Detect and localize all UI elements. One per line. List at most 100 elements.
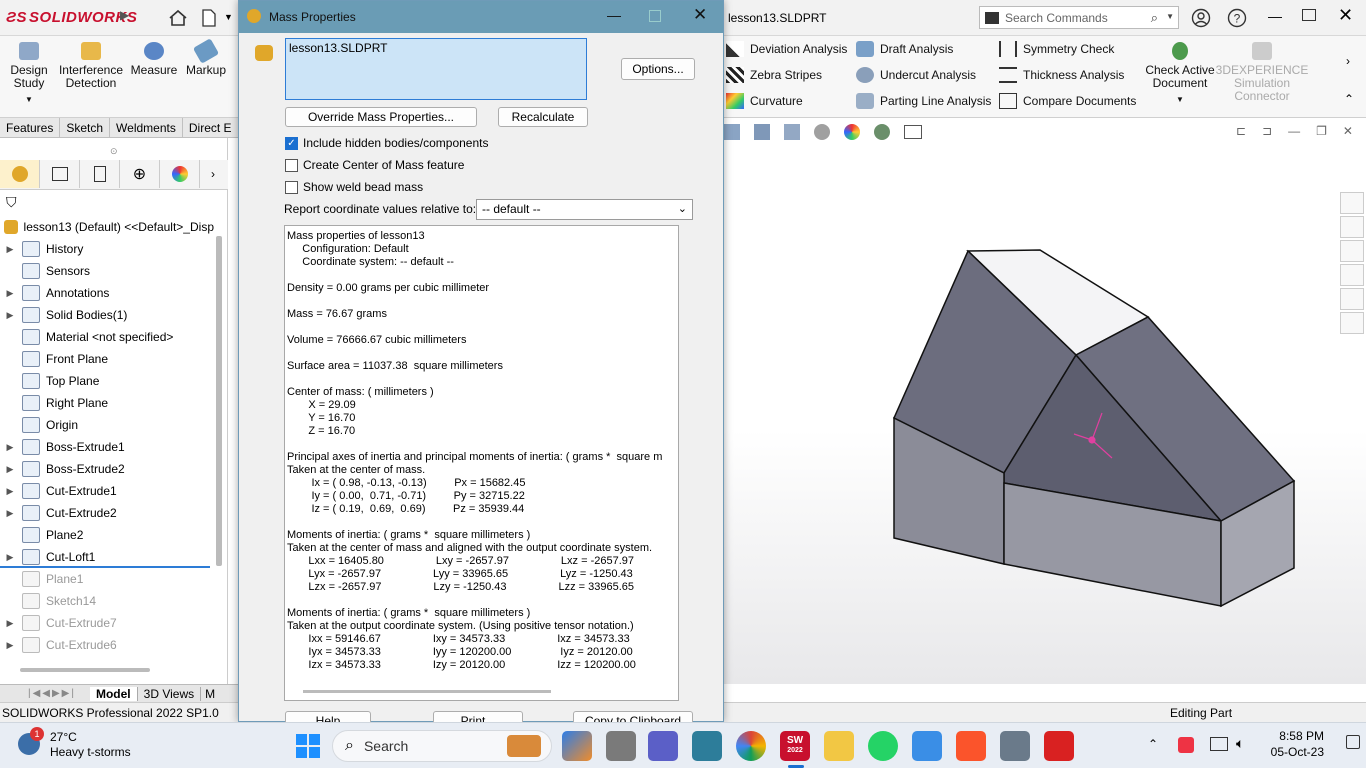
expand-arrow-icon[interactable]: ▶ [4,618,16,629]
tree-hscrollbar[interactable] [20,668,150,672]
parting-line-analysis-button[interactable]: Parting Line Analysis [856,91,991,111]
expand-arrow-icon[interactable]: ▶ [4,310,16,321]
markup-button[interactable]: Markup [184,38,228,77]
recalculate-button[interactable]: Recalculate [498,107,588,127]
expand-arrow-icon[interactable]: ▶ [4,640,16,651]
tree-item[interactable]: ▶ Cut-Extrude7 [0,612,212,634]
tray-app-icon[interactable] [1178,737,1194,753]
weld-bead-checkbox[interactable]: Show weld bead mass [285,180,423,194]
coordinate-system-select[interactable]: -- default -- ⌄ [476,199,693,220]
notification-center-icon[interactable] [1346,735,1360,749]
tab-sketch[interactable]: Sketch [60,118,111,137]
tab-motion-study[interactable]: M [200,686,219,701]
expand-arrow-icon[interactable]: ▶ [4,288,16,299]
check-dropdown-icon[interactable]: ▼ [1176,93,1184,106]
task-pane-properties-icon[interactable] [1340,312,1364,334]
ribbon-expand-icon[interactable]: › [1346,54,1350,68]
center-of-mass-checkbox[interactable]: Create Center of Mass feature [285,158,464,172]
tree-item[interactable]: Sensors [0,260,212,282]
tree-item[interactable]: ▶ Cut-Loft1 [0,546,212,568]
windows-start-icon[interactable] [296,734,320,758]
task-pane-library-icon[interactable] [1340,240,1364,262]
volume-icon[interactable]: 🔈︎ [1236,735,1244,752]
measure-button[interactable]: Measure [130,42,178,77]
dialog-title-bar[interactable]: Mass Properties — ✕ [239,1,723,33]
3dexperience-connector-button[interactable]: 3DEXPERIENCE Simulation Connector [1216,42,1308,103]
copilot-pre-icon[interactable] [562,731,592,761]
selected-item[interactable]: lesson13.SLDPRT [289,41,388,55]
task-pane-explorer-icon[interactable] [1340,264,1364,286]
dimxpert-tab-icon[interactable]: ⊕ [120,160,160,188]
tree-item[interactable]: Top Plane [0,370,212,392]
tree-item[interactable]: ▶ Annotations [0,282,212,304]
override-mass-properties-button[interactable]: Override Mass Properties... [285,107,477,127]
tree-item[interactable]: ▶ History [0,238,212,260]
mass-properties-results[interactable]: Mass properties of lesson13 Configuratio… [284,225,679,701]
whatsapp-icon[interactable] [868,731,898,761]
restore-icon[interactable] [1302,9,1316,21]
user-account-icon[interactable] [1190,7,1212,29]
search-icon[interactable]: ⌕ [1151,10,1158,26]
tree-item[interactable]: ▶ Cut-Extrude2 [0,502,212,524]
tree-item[interactable]: Front Plane [0,348,212,370]
tree-item[interactable]: Material <not specified> [0,326,212,348]
teams-chat-icon[interactable] [648,731,678,761]
new-document-icon[interactable] [198,7,220,29]
ribbon-collapse-icon[interactable]: ⌃ [1344,92,1354,106]
include-hidden-checkbox[interactable]: ✓ Include hidden bodies/components [285,136,488,150]
tree-root[interactable]: lesson13 (Default) <<Default>_Disp [4,218,214,236]
tree-item[interactable]: ▶ Cut-Extrude1 [0,480,212,502]
expand-arrow-icon[interactable]: ▶ [4,464,16,475]
tab-weldments[interactable]: Weldments [110,118,183,137]
panel-grip-icon[interactable]: ⊙ [110,146,118,157]
search-commands-box[interactable]: Search Commands ⌕ ▼ [979,6,1179,29]
design-study-button[interactable]: Design Study ▼ [6,42,52,106]
interference-detection-button[interactable]: Interference Detection [58,42,124,90]
panel-more-icon[interactable]: › [200,160,226,188]
feature-manager-tab-icon[interactable] [0,160,40,188]
curvature-button[interactable]: Curvature [726,91,847,111]
tab-model[interactable]: Model [89,686,137,701]
calculator-icon[interactable] [1000,731,1030,761]
dialog-maximize-icon[interactable] [649,10,661,22]
file-explorer-icon[interactable] [824,731,854,761]
task-pane-home-icon[interactable] [1340,192,1364,214]
expand-arrow-icon[interactable]: ▶ [4,508,16,519]
expand-arrow-icon[interactable]: ▶ [4,442,16,453]
acrobat-icon[interactable] [1044,731,1074,761]
chevron-down-icon[interactable]: ⌄ [678,200,687,219]
rollback-bar[interactable] [0,566,210,568]
brave-browser-icon[interactable] [956,731,986,761]
part-model[interactable] [724,118,1366,684]
notepad-icon[interactable] [912,731,942,761]
weather-desc[interactable]: Heavy t-storms [50,745,131,759]
check-active-document-button[interactable]: Check Active Document ▼ [1144,42,1216,106]
tree-item[interactable]: Right Plane [0,392,212,414]
compare-documents-button[interactable]: Compare Documents [999,91,1136,111]
taskbar-search-box[interactable]: ⌕ Search [332,730,552,762]
undercut-analysis-button[interactable]: Undercut Analysis [856,65,991,85]
tab-features[interactable]: Features [0,118,61,137]
tab-3d-views[interactable]: 3D Views [136,686,200,701]
results-hscrollbar[interactable] [303,690,551,693]
task-pane-appearances-icon[interactable] [1340,288,1364,310]
options-button[interactable]: Options... [621,58,695,80]
configuration-manager-tab-icon[interactable] [80,160,120,188]
thickness-analysis-button[interactable]: Thickness Analysis [999,65,1136,85]
weather-temp[interactable]: 27°C [50,730,77,744]
new-dropdown-icon[interactable]: ▼ [224,12,233,22]
minimize-icon[interactable]: — [1268,8,1282,24]
tree-item[interactable]: Sketch14 [0,590,212,612]
tree-item[interactable]: Origin [0,414,212,436]
symmetry-check-button[interactable]: Symmetry Check [999,39,1136,59]
tray-overflow-icon[interactable]: ⌃ [1148,737,1158,751]
dialog-close-icon[interactable]: ✕ [693,5,707,25]
zebra-stripes-button[interactable]: Zebra Stripes [726,65,847,85]
close-icon[interactable]: ✕ [1338,5,1353,26]
property-manager-tab-icon[interactable] [40,160,80,188]
tab-direct-editing[interactable]: Direct E [183,118,239,137]
tree-item[interactable]: ▶ Boss-Extrude1 [0,436,212,458]
help-icon[interactable]: ? [1226,7,1248,29]
task-pane-resources-icon[interactable] [1340,216,1364,238]
tree-item[interactable]: ▶ Cut-Extrude6 [0,634,212,656]
